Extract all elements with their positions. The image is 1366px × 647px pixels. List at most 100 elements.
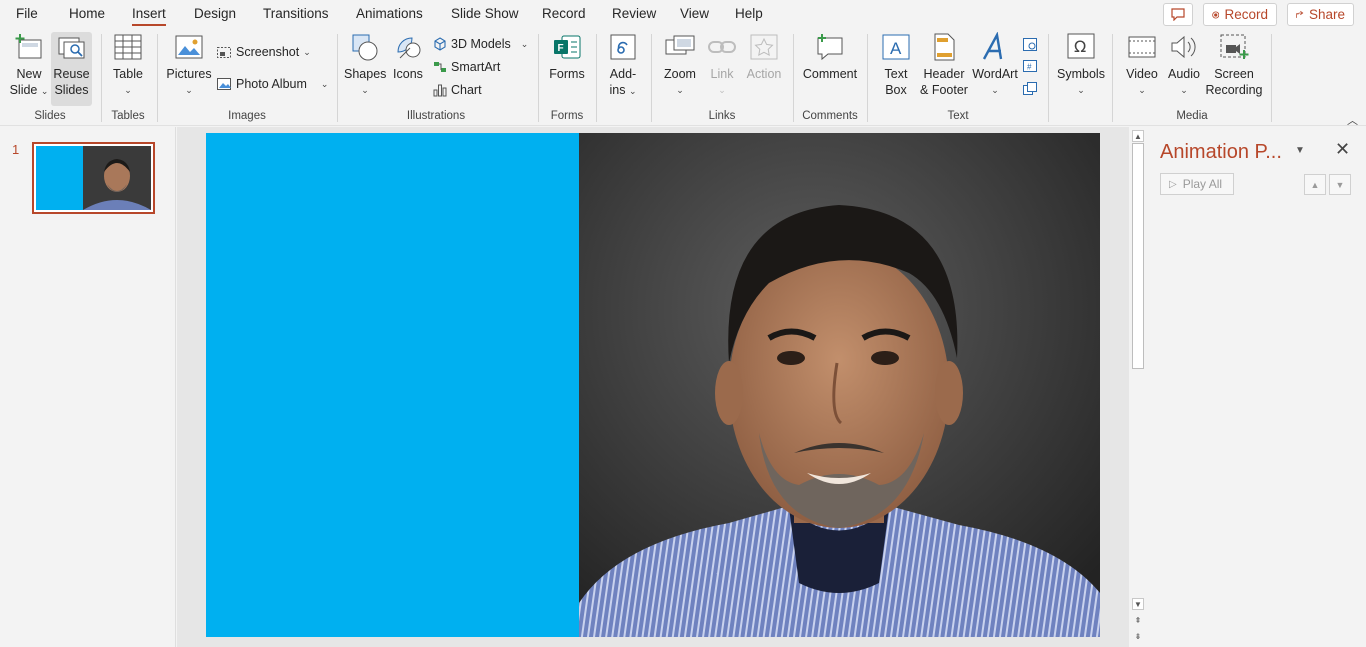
group-separator [101, 34, 102, 122]
group-label-tables: Tables [111, 110, 145, 122]
screenshot-icon [217, 47, 231, 58]
tab-record[interactable]: Record [542, 6, 586, 21]
link-button[interactable]: Link ⌄ [703, 32, 741, 106]
header-footer-button[interactable]: Header & Footer [918, 32, 970, 106]
previous-slide-icon[interactable]: ⇞ [1132, 615, 1144, 627]
record-label: Record [1224, 7, 1268, 22]
wordart-icon [979, 31, 1011, 62]
slide-number-button[interactable]: # [1022, 58, 1038, 79]
tab-home[interactable]: Home [69, 6, 105, 21]
screen-recording-button[interactable]: Screen Recording [1204, 32, 1264, 106]
date-time-button[interactable] [1022, 36, 1038, 57]
move-up-arrow-icon[interactable]: ▲ [1304, 174, 1326, 195]
audio-label: Audio [1168, 67, 1200, 81]
screen-recording-icon [1218, 32, 1250, 62]
reuse-slides-label-1: Reuse [53, 67, 90, 81]
move-down-arrow-icon[interactable]: ▼ [1329, 174, 1351, 195]
video-label: Video [1126, 67, 1158, 81]
animation-pane-title: Animation P... [1160, 141, 1282, 163]
object-button[interactable] [1022, 81, 1038, 102]
ribbon-insert: New Slide ⌄ Reuse Slides Slides Table ⌄ … [0, 30, 1366, 128]
chevron-down-icon: ⌄ [1180, 85, 1188, 95]
slide-editing-area [177, 127, 1129, 647]
chevron-down-icon: ⌄ [40, 86, 49, 96]
table-button[interactable]: Table ⌄ [106, 32, 150, 106]
tab-slide-show[interactable]: Slide Show [451, 6, 519, 21]
photo-album-button[interactable]: Photo Album ⌄ [216, 74, 328, 94]
action-label: Action [746, 67, 782, 81]
new-comment-icon [814, 32, 846, 62]
audio-button[interactable]: Audio ⌄ [1164, 32, 1204, 106]
tab-help[interactable]: Help [735, 6, 763, 21]
add-ins-icon [607, 32, 639, 62]
reuse-slides-icon [56, 32, 88, 62]
tab-review[interactable]: Review [612, 6, 656, 21]
collapse-ribbon-icon[interactable]: ︿ [1347, 112, 1358, 128]
forms-icon: F [551, 32, 583, 62]
tab-insert[interactable]: Insert [132, 6, 166, 26]
thumbnail-blue-panel [36, 146, 83, 210]
shapes-button[interactable]: Shapes ⌄ [344, 32, 386, 106]
text-box-button[interactable]: A Text Box [874, 32, 918, 106]
tab-animations[interactable]: Animations [356, 6, 423, 21]
chevron-down-icon: ⌄ [718, 85, 726, 95]
slide-thumbnail[interactable] [32, 142, 155, 214]
smartart-button[interactable]: SmartArt [433, 57, 500, 77]
wordart-button[interactable]: WordArt ⌄ [970, 31, 1020, 106]
svg-text:#: # [1027, 63, 1032, 72]
next-slide-icon[interactable]: ⇟ [1132, 631, 1144, 643]
tab-file[interactable]: File [16, 6, 38, 21]
comment-button[interactable]: Comment [800, 32, 860, 106]
3d-models-button[interactable]: 3D Models ⌄ [433, 34, 528, 54]
action-button[interactable]: Action [744, 32, 784, 106]
icons-label: Icons [393, 67, 423, 81]
header-footer-label-2: & Footer [920, 83, 968, 97]
svg-text:A: A [890, 39, 902, 58]
zoom-button[interactable]: Zoom ⌄ [658, 32, 702, 106]
slide-number: 1 [12, 142, 20, 157]
play-all-button[interactable]: ▷ Play All [1160, 173, 1234, 195]
record-button[interactable]: Record [1203, 3, 1277, 26]
pictures-icon [173, 32, 205, 62]
video-button[interactable]: Video ⌄ [1120, 32, 1164, 106]
vertical-scrollbar[interactable]: ▲ ▼ ⇞ ⇟ [1129, 127, 1147, 647]
scrollbar-thumb[interactable] [1132, 143, 1144, 369]
omega-icon: Ω [1065, 32, 1097, 62]
chevron-down-icon: ⌄ [124, 85, 132, 95]
video-icon [1126, 32, 1158, 62]
new-slide-label-2: Slide [9, 83, 38, 97]
text-box-label-2: Box [885, 83, 907, 97]
blue-rectangle-shape[interactable] [206, 133, 579, 637]
link-label: Link [710, 67, 734, 81]
chart-label: Chart [451, 83, 482, 97]
chart-button[interactable]: Chart [433, 80, 482, 100]
pictures-button[interactable]: Pictures ⌄ [166, 32, 212, 106]
new-slide-button[interactable]: New Slide ⌄ [7, 32, 51, 106]
icons-button[interactable]: Icons [389, 32, 427, 106]
scroll-down-arrow-icon[interactable]: ▼ [1132, 598, 1144, 610]
table-icon [112, 32, 144, 62]
forms-button[interactable]: F Forms [545, 32, 589, 106]
scroll-up-arrow-icon[interactable]: ▲ [1132, 130, 1144, 142]
comments-button[interactable] [1163, 3, 1193, 26]
slide-canvas[interactable] [206, 133, 1100, 637]
comment-label: Comment [802, 67, 858, 81]
link-icon [706, 32, 738, 62]
photo-album-label: Photo Album [236, 77, 307, 91]
tab-design[interactable]: Design [194, 6, 236, 21]
add-ins-button[interactable]: Add- ins ⌄ [601, 32, 645, 106]
tab-view[interactable]: View [680, 6, 709, 21]
slide-thumbnails-pane: 1 [0, 127, 176, 647]
tab-transitions[interactable]: Transitions [263, 6, 329, 21]
screen-recording-label-2: Recording [1205, 83, 1263, 97]
reuse-slides-button[interactable]: Reuse Slides [51, 32, 92, 106]
share-button[interactable]: Share [1287, 3, 1354, 26]
pane-options-chevron-down-icon[interactable]: ▼ [1295, 145, 1305, 156]
symbols-button[interactable]: Ω Symbols ⌄ [1055, 32, 1107, 106]
thumbnail-portrait-image [83, 146, 151, 210]
action-star-icon [748, 32, 780, 62]
screenshot-button[interactable]: Screenshot ⌄ [216, 42, 311, 62]
close-icon[interactable]: ✕ [1335, 139, 1350, 160]
group-separator [538, 34, 539, 122]
portrait-photo[interactable] [579, 133, 1100, 637]
